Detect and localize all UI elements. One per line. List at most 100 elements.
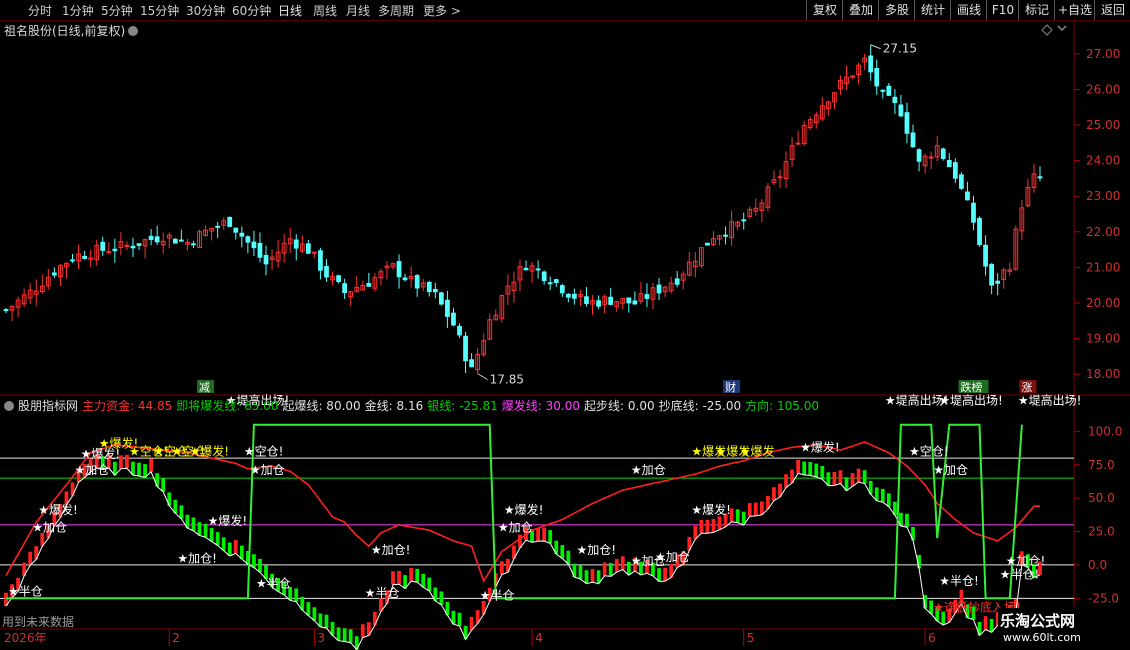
chart-area: 18.0019.0020.0021.0022.0023.0024.0025.00… (0, 20, 1130, 650)
main-ytick-label: 26.00 (1086, 82, 1120, 96)
candle-body (541, 271, 547, 282)
event-marker-label: 财 (725, 380, 736, 394)
candle-body (959, 174, 964, 189)
indicator-param-1: 即将爆发线: 65.00 (176, 399, 279, 413)
signal-label: ★加仓 (75, 463, 110, 477)
candle-body (263, 254, 269, 265)
indicator-bar (657, 568, 661, 582)
signal-label: ★加仓 (498, 521, 533, 535)
signal-label: ★加仓 (631, 463, 666, 477)
candle-body (965, 191, 970, 201)
indicator-param-6: 起步线: 0.00 (584, 399, 655, 413)
indicator-bar (705, 519, 710, 534)
indicator-bar (820, 465, 825, 480)
indicator-bar (862, 470, 867, 484)
indicator-bar (717, 516, 722, 530)
candle-body (426, 281, 432, 293)
signal-label: ★加仓! (576, 543, 616, 557)
candle-body (414, 275, 420, 289)
signal-label: ★加仓! (371, 543, 411, 557)
candle-body (324, 266, 329, 278)
indicator-bar (397, 570, 401, 585)
indicator-bar (258, 558, 262, 573)
candle-body (983, 244, 988, 267)
candle-body (154, 236, 160, 243)
candle-body (705, 242, 710, 246)
main-ytick-label: 27.00 (1086, 47, 1120, 61)
ind-ytick-label: 100.0 (1088, 424, 1122, 438)
candle-body (148, 235, 154, 240)
candle-body (547, 282, 553, 285)
indicator-bar (239, 545, 244, 559)
candle-body (366, 282, 372, 287)
indicator-bar (548, 530, 553, 544)
month-label: 4 (535, 631, 543, 645)
indicator-param-4: 银线: -25.81 (427, 399, 498, 413)
candle-body (130, 245, 136, 249)
candle-body (553, 279, 559, 283)
signal-label: ★堤高出场! (939, 393, 1003, 408)
candle-body (432, 288, 438, 293)
candle-body (469, 359, 474, 368)
candle-body (898, 104, 904, 117)
indicator-bar (772, 487, 776, 501)
candle-body (971, 202, 976, 223)
candle-body (100, 241, 106, 251)
indicator-bar (880, 488, 885, 503)
signal-label: ★空仓! (909, 444, 949, 458)
indicator-bar (735, 509, 740, 523)
signal-label: ★加仓 (32, 521, 67, 535)
indicator-header: 股朋指标网 主力资金: 44.85 即将爆发线: 65.00 起爆线: 80.00 金线… (4, 397, 823, 414)
signal-label: ★半仓 (256, 577, 291, 591)
candle-body (70, 259, 75, 262)
candle-body (245, 236, 251, 243)
indicator-bar (784, 474, 788, 488)
indicator-bar (536, 527, 540, 542)
signal-label: ★半仓! (939, 574, 979, 588)
candle-body (904, 112, 910, 134)
candle-body (51, 272, 57, 276)
main-ytick-label: 19.00 (1086, 332, 1120, 346)
candle-body (535, 268, 541, 271)
candle-body (172, 238, 178, 244)
indicator-menu-icon[interactable] (4, 401, 14, 411)
year-label: 2026年 (4, 631, 47, 645)
watermark-url: www.60lt.com (1003, 631, 1081, 644)
signal-label: ★加仓! (1006, 554, 1046, 568)
indicator-bar (161, 478, 166, 492)
ind-ytick-label: 50.0 (1088, 491, 1115, 505)
candle-body (596, 300, 601, 307)
indicator-bar (614, 558, 619, 573)
candle-body (227, 216, 233, 227)
indicator-param-2: 起爆线: 80.00 (282, 399, 361, 413)
candle-body (396, 261, 402, 278)
indicator-bar (221, 537, 226, 551)
candle-body (215, 225, 221, 228)
indicator-bar (215, 532, 220, 546)
candle-body (572, 293, 577, 299)
candle-body (239, 232, 245, 237)
indicator-bar (348, 629, 353, 643)
high-pointer (870, 44, 881, 50)
main-ytick-label: 20.00 (1086, 296, 1120, 310)
signal-label: ★空仓! (244, 444, 284, 458)
indicator-bar (905, 513, 909, 528)
indicator-bar (814, 463, 819, 477)
indicator-bottom-line (5, 467, 1041, 650)
candle-body (1037, 176, 1043, 179)
candle-body (445, 299, 450, 317)
indicator-bar (566, 550, 571, 565)
candle-body (402, 277, 408, 281)
indicator-bar (711, 519, 716, 533)
indicator-bar (753, 502, 758, 516)
indicator-bar (342, 628, 347, 642)
month-label: 3 (317, 631, 325, 645)
indicator-bar (620, 556, 625, 570)
indicator-bar (179, 505, 184, 519)
month-label: 6 (928, 631, 936, 645)
ind-ytick-label: -25.0 (1088, 591, 1119, 605)
candle-body (632, 300, 638, 305)
candle-body (723, 234, 728, 237)
chevron-down-icon (1057, 25, 1067, 32)
indicator-bar (209, 528, 214, 542)
